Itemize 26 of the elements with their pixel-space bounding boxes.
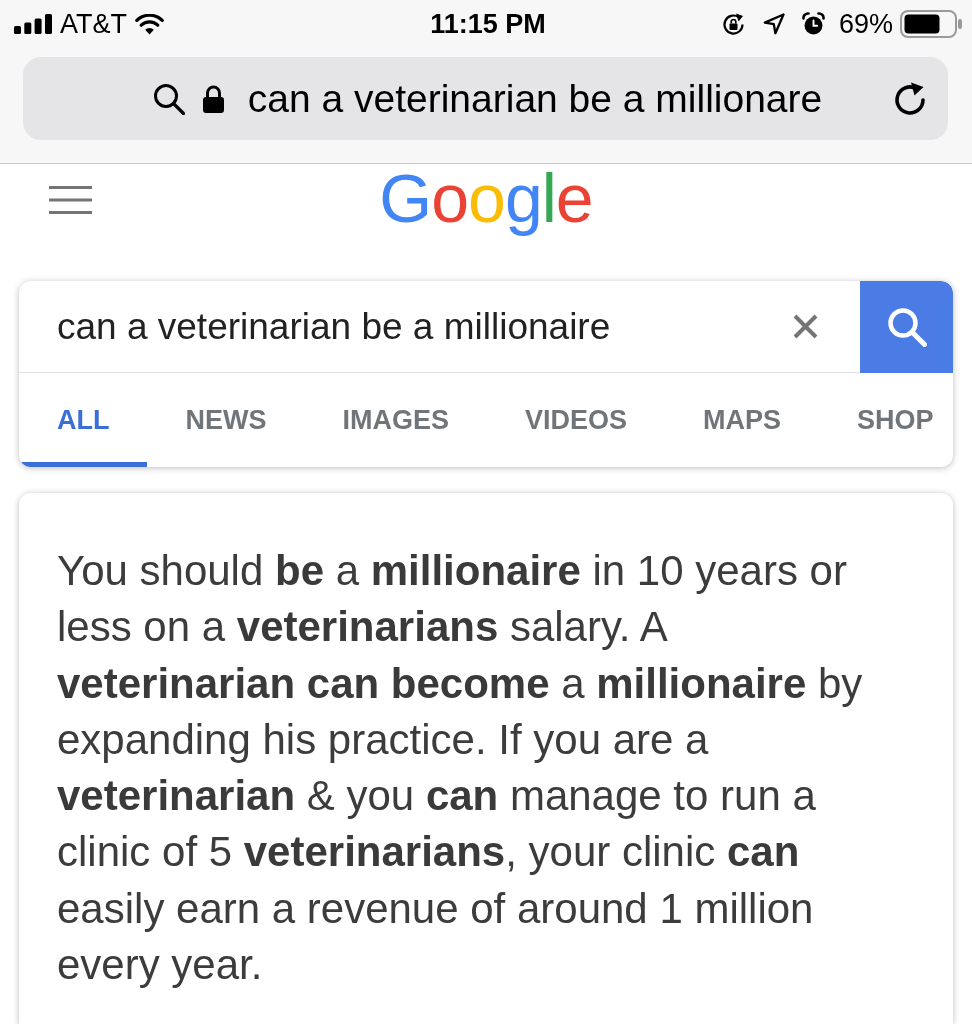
close-icon[interactable] [793, 314, 818, 339]
tab[interactable]: SHOP [819, 373, 934, 467]
tab[interactable]: IMAGES [304, 373, 487, 467]
address-text[interactable]: can a veterinarian be a millionare [247, 79, 823, 118]
menu-icon[interactable] [49, 186, 92, 214]
search-icon [886, 306, 927, 347]
tab[interactable]: NEWS [147, 373, 305, 467]
reload-icon[interactable] [892, 80, 928, 117]
address-bar[interactable]: can a veterinarian be a millionare [23, 57, 948, 140]
tab[interactable]: VIDEOS [487, 373, 666, 467]
wifi-icon [135, 13, 164, 35]
battery-percentage: 69% [838, 10, 893, 38]
battery-icon [900, 10, 962, 38]
signal-icon [14, 14, 52, 34]
lock-icon [201, 84, 225, 113]
search-field[interactable]: can a veterinarian be a millionaire [19, 281, 781, 372]
search-button[interactable] [860, 281, 953, 373]
alarm-icon [801, 12, 825, 36]
carrier-name: AT&T [60, 10, 127, 38]
status-time: 11:15 PM [430, 10, 546, 38]
tab[interactable]: ALL [19, 373, 148, 467]
tab[interactable]: MAPS [665, 373, 820, 467]
orientation-lock-icon [720, 11, 746, 37]
location-arrow-icon [762, 13, 785, 35]
answer-text: You should be a millionaire in 10 years or less on a veterinarians salary. A veterinarian can become a millionaire by expanding his practice. If you are a veterinarian & you can manage to run a clinic of 5 veterinarians, your clinic can easily earn a revenue of around 1 million every year. [57, 546, 864, 991]
search-icon [152, 82, 185, 115]
